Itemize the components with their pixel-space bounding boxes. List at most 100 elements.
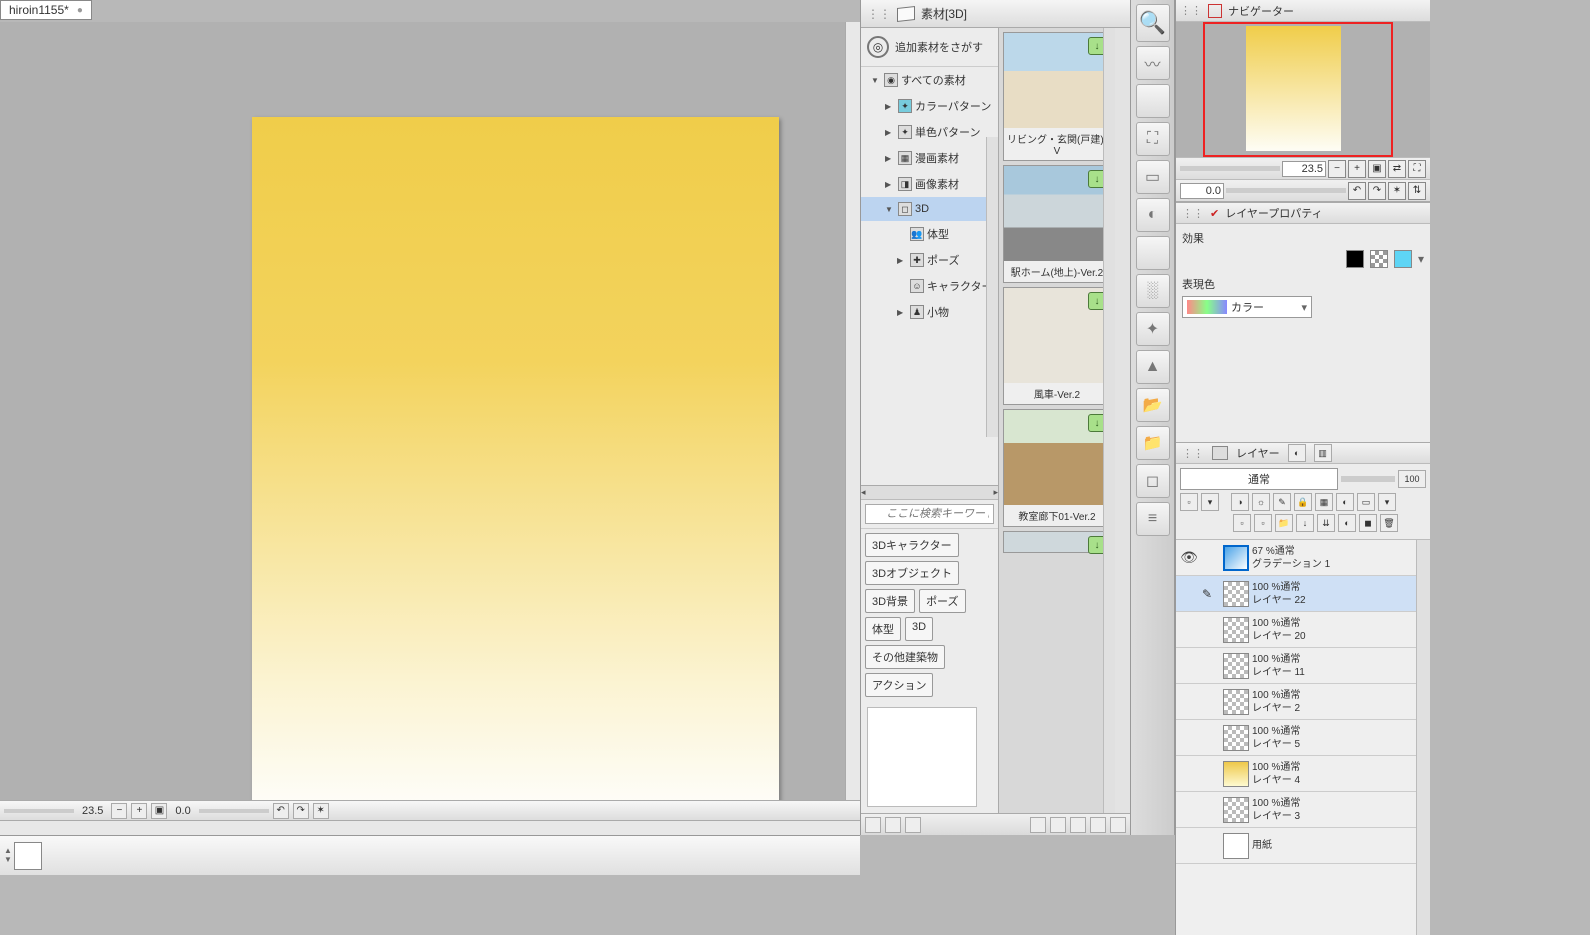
chevron-down-icon[interactable]: ▾ bbox=[1418, 252, 1424, 266]
rotate-ccw-icon[interactable]: ↶ bbox=[273, 803, 289, 819]
canvas-viewport[interactable] bbox=[0, 22, 860, 813]
zoom-out-icon[interactable]: − bbox=[1328, 160, 1346, 178]
navigator-viewport-frame[interactable] bbox=[1203, 22, 1393, 157]
folder-new-icon[interactable]: 📁 bbox=[1136, 426, 1170, 460]
rotate-ccw-icon[interactable]: ↶ bbox=[1348, 182, 1366, 200]
close-icon[interactable]: ● bbox=[77, 5, 83, 16]
material-thumb[interactable]: ↓ 風車-Ver.2 bbox=[1003, 287, 1111, 405]
sparkle-icon[interactable]: ✦ bbox=[1136, 312, 1170, 346]
handle-icon[interactable]: ⋮⋮ bbox=[1180, 4, 1202, 17]
folder-open-icon[interactable]: 📂 bbox=[1136, 388, 1170, 422]
lock-icon[interactable]: 🔒 bbox=[1294, 493, 1312, 511]
zoom-in-icon[interactable]: + bbox=[1348, 160, 1366, 178]
curve-icon[interactable]: 〰 bbox=[1136, 46, 1170, 80]
effect-tone-icon[interactable] bbox=[1370, 250, 1388, 268]
image-icon[interactable]: ▲ bbox=[1136, 350, 1170, 384]
placeholder-icon[interactable] bbox=[1136, 236, 1170, 270]
nav-zoom-slider[interactable] bbox=[1180, 166, 1280, 171]
document-tab[interactable]: hiroin1155* ● bbox=[0, 0, 92, 20]
material-thumb[interactable]: ↓ リビング・玄関(戸建)-V bbox=[1003, 32, 1111, 161]
mask-enable-icon[interactable]: ◐ bbox=[1336, 493, 1354, 511]
layer-row[interactable]: 用紙 bbox=[1176, 828, 1430, 864]
zoom-out-icon[interactable]: − bbox=[111, 803, 127, 819]
effect-layer-color-icon[interactable] bbox=[1394, 250, 1412, 268]
tree-character[interactable]: ☺キャラクター bbox=[861, 273, 998, 299]
handle-icon[interactable]: ⋮⋮ bbox=[867, 7, 891, 21]
layer-row[interactable]: 100 %通常レイヤー 5 bbox=[1176, 720, 1430, 756]
layer-row[interactable]: 👁67 %通常グラデーション 1 bbox=[1176, 540, 1430, 576]
rotate-cw-icon[interactable]: ↷ bbox=[293, 803, 309, 819]
reference-icon[interactable]: ☼ bbox=[1252, 493, 1270, 511]
folder-icon[interactable] bbox=[865, 817, 881, 833]
tree-props[interactable]: ▶♟小物 bbox=[861, 299, 998, 325]
apply-mask-icon[interactable]: ◼ bbox=[1359, 514, 1377, 532]
merge-down-icon[interactable]: ⇊ bbox=[1317, 514, 1335, 532]
layer-palette-icon[interactable]: ▥ bbox=[1314, 444, 1332, 462]
flip-v-icon[interactable]: ⇅ bbox=[1408, 182, 1426, 200]
fullscreen-icon[interactable]: ⛶ bbox=[1408, 160, 1426, 178]
material-thumb[interactable]: ↓ 駅ホーム(地上)-Ver.2 bbox=[1003, 165, 1111, 283]
stack-icon[interactable]: ≡ bbox=[1136, 502, 1170, 536]
color-swatch[interactable]: ▫ bbox=[1180, 493, 1198, 511]
ruler-icon[interactable]: ▭ bbox=[1357, 493, 1375, 511]
placeholder-icon[interactable] bbox=[1136, 84, 1170, 118]
tag[interactable]: ポーズ bbox=[919, 589, 965, 613]
tree-scrollbar[interactable] bbox=[986, 137, 998, 437]
transfer-down-icon[interactable]: ↓ bbox=[1296, 514, 1314, 532]
tree-pose[interactable]: ▶✚ポーズ bbox=[861, 247, 998, 273]
tag[interactable]: 3Dキャラクター bbox=[865, 533, 959, 557]
zoom-slider[interactable] bbox=[4, 809, 74, 813]
layer-row[interactable]: 100 %通常レイヤー 20 bbox=[1176, 612, 1430, 648]
nav-rotate-slider[interactable] bbox=[1226, 188, 1346, 193]
tag[interactable]: 3D背景 bbox=[865, 589, 915, 613]
thumbs-scrollbar[interactable] bbox=[1103, 28, 1115, 813]
opacity-slider[interactable] bbox=[1341, 476, 1395, 482]
visibility-toggle[interactable]: 👁 bbox=[1176, 549, 1202, 566]
rotate-slider[interactable] bbox=[199, 809, 269, 813]
rotate-reset-icon[interactable]: ✶ bbox=[313, 803, 329, 819]
tag[interactable]: 3Dオブジェクト bbox=[865, 561, 959, 585]
layer-mask-icon[interactable]: ◐ bbox=[1338, 514, 1356, 532]
draft-icon[interactable]: ✎ bbox=[1273, 493, 1291, 511]
tag[interactable]: アクション bbox=[865, 673, 933, 697]
lock-trans-icon[interactable]: ▦ bbox=[1315, 493, 1333, 511]
color-mode-select[interactable]: カラー ▾ bbox=[1182, 296, 1312, 318]
layer-palette-icon[interactable]: ◐ bbox=[1288, 444, 1306, 462]
tree-root[interactable]: ▼◉すべての素材 bbox=[861, 67, 998, 93]
tone-icon[interactable]: ░ bbox=[1136, 274, 1170, 308]
page-thumbnail[interactable] bbox=[14, 842, 42, 870]
effect-outline-icon[interactable] bbox=[1346, 250, 1364, 268]
cube-icon[interactable]: ◻ bbox=[1136, 464, 1170, 498]
tree-body[interactable]: 👥体型 bbox=[861, 221, 998, 247]
layer-list-scrollbar[interactable] bbox=[1416, 540, 1430, 935]
tag[interactable]: 3D bbox=[905, 617, 933, 641]
tag[interactable]: その他建築物 bbox=[865, 645, 945, 669]
layer-icon[interactable]: ▭ bbox=[1136, 160, 1170, 194]
layer-row[interactable]: 100 %通常レイヤー 11 bbox=[1176, 648, 1430, 684]
magnifier-icon[interactable]: 🔍 bbox=[1136, 4, 1170, 42]
view-detail-icon[interactable] bbox=[1110, 817, 1126, 833]
view-large-icon[interactable] bbox=[1030, 817, 1046, 833]
tree-hscroll[interactable]: ◂▸ bbox=[861, 485, 998, 499]
delete-layer-icon[interactable]: 🗑 bbox=[1380, 514, 1398, 532]
page-arrows[interactable]: ▲▼ bbox=[4, 847, 12, 864]
view-small-icon[interactable] bbox=[1070, 817, 1086, 833]
artboard[interactable] bbox=[252, 117, 779, 813]
tree-color-pattern[interactable]: ▶✦カラーパターン bbox=[861, 93, 998, 119]
layer-row[interactable]: 100 %通常レイヤー 3 bbox=[1176, 792, 1430, 828]
layer-row[interactable]: 100 %通常レイヤー 2 bbox=[1176, 684, 1430, 720]
blend-mode-select[interactable]: 通常 bbox=[1180, 468, 1338, 490]
view-grid-icon[interactable] bbox=[1050, 817, 1066, 833]
canvas-horizontal-scrollbar[interactable] bbox=[0, 820, 860, 835]
fit-icon[interactable]: ▣ bbox=[1368, 160, 1386, 178]
navigator-view[interactable] bbox=[1176, 22, 1430, 157]
rotate-cw-icon[interactable]: ↷ bbox=[1368, 182, 1386, 200]
paste-icon[interactable] bbox=[885, 817, 901, 833]
tag[interactable]: 体型 bbox=[865, 617, 901, 641]
tree-mono-pattern[interactable]: ▶✦単色パターン bbox=[861, 119, 998, 145]
handle-icon[interactable]: ⋮⋮ bbox=[1182, 447, 1204, 460]
new-vector-layer-icon[interactable]: ▫ bbox=[1254, 514, 1272, 532]
fit-screen-icon[interactable]: ▣ bbox=[151, 803, 167, 819]
new-raster-layer-icon[interactable]: ▫ bbox=[1233, 514, 1251, 532]
handle-icon[interactable]: ⋮⋮ bbox=[1182, 207, 1204, 220]
